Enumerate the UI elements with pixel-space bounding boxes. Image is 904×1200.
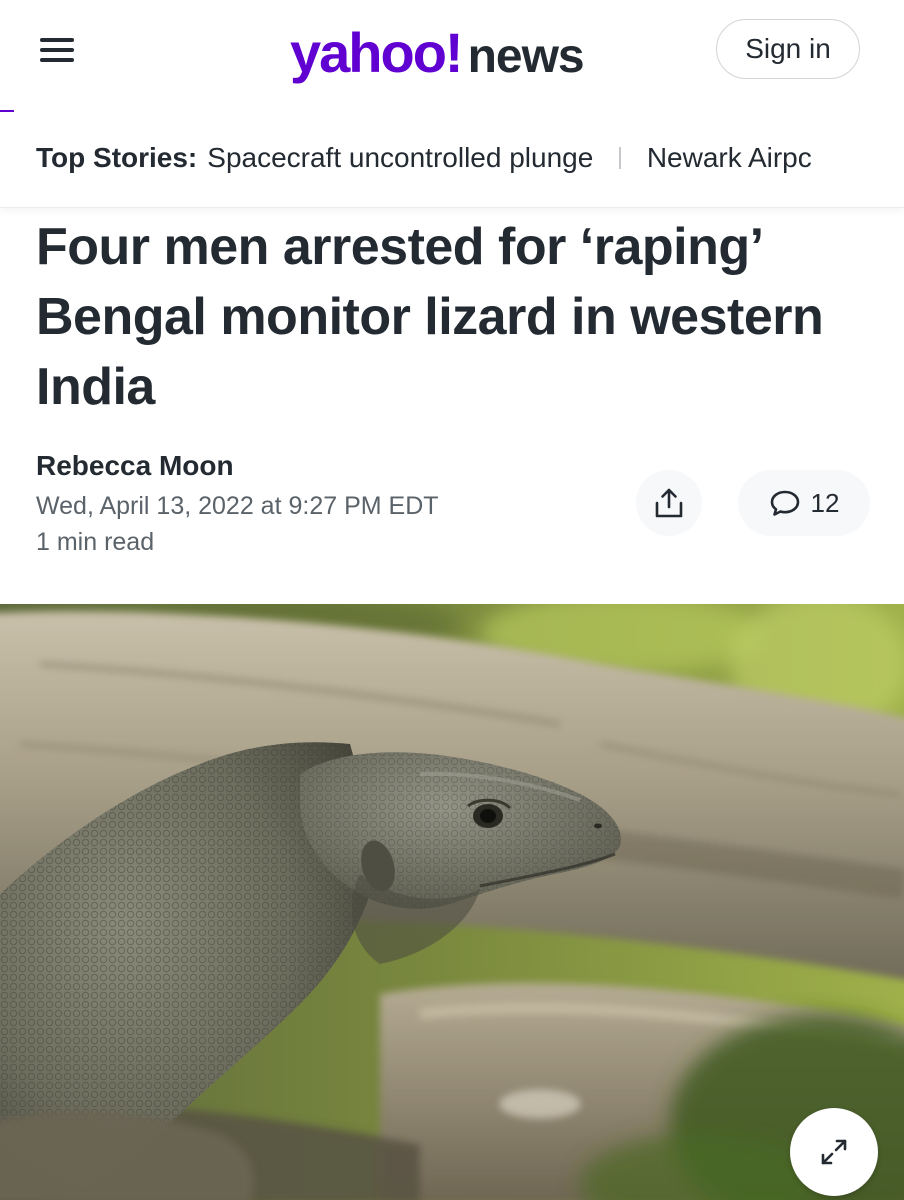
- menu-bar-top: [40, 38, 74, 42]
- ticker-fade: [844, 112, 904, 207]
- site-header: yahoo! news Sign in: [0, 0, 904, 113]
- top-stories-bar: Top Stories: Spacecraft uncontrolled plu…: [0, 112, 904, 208]
- top-story-link[interactable]: Spacecraft uncontrolled plunge: [207, 140, 593, 176]
- logo-news: news: [467, 30, 585, 83]
- top-stories-divider: [619, 147, 621, 169]
- hamburger-menu-icon[interactable]: [38, 34, 76, 64]
- logo-yahoo: yahoo!: [290, 21, 464, 84]
- menu-bar-bottom: [40, 58, 74, 62]
- top-story-link[interactable]: Newark Airpc: [647, 140, 812, 176]
- share-icon: [655, 488, 683, 518]
- article-author[interactable]: Rebecca Moon: [36, 450, 234, 482]
- comment-count: 12: [810, 487, 840, 518]
- expand-image-button[interactable]: [790, 1108, 878, 1196]
- comment-bubble-icon: [770, 490, 799, 516]
- top-stories-label: Top Stories:: [36, 142, 198, 173]
- sign-in-button[interactable]: Sign in: [716, 19, 860, 79]
- article-headline: Four men arrested for ‘raping’ Bengal mo…: [36, 218, 824, 416]
- yahoo-news-logo[interactable]: yahoo! news: [290, 20, 585, 84]
- menu-bar-middle: [40, 48, 74, 52]
- article-hero-image[interactable]: [0, 604, 904, 1200]
- comments-button[interactable]: 12: [738, 470, 870, 536]
- expand-arrows-icon: [821, 1139, 847, 1165]
- article-read-time: 1 min read: [36, 528, 155, 556]
- share-button[interactable]: [636, 470, 702, 536]
- article-date: Wed, April 13, 2022 at 9:27 PM EDT: [36, 492, 439, 520]
- monitor-lizard-photo: [0, 604, 904, 1200]
